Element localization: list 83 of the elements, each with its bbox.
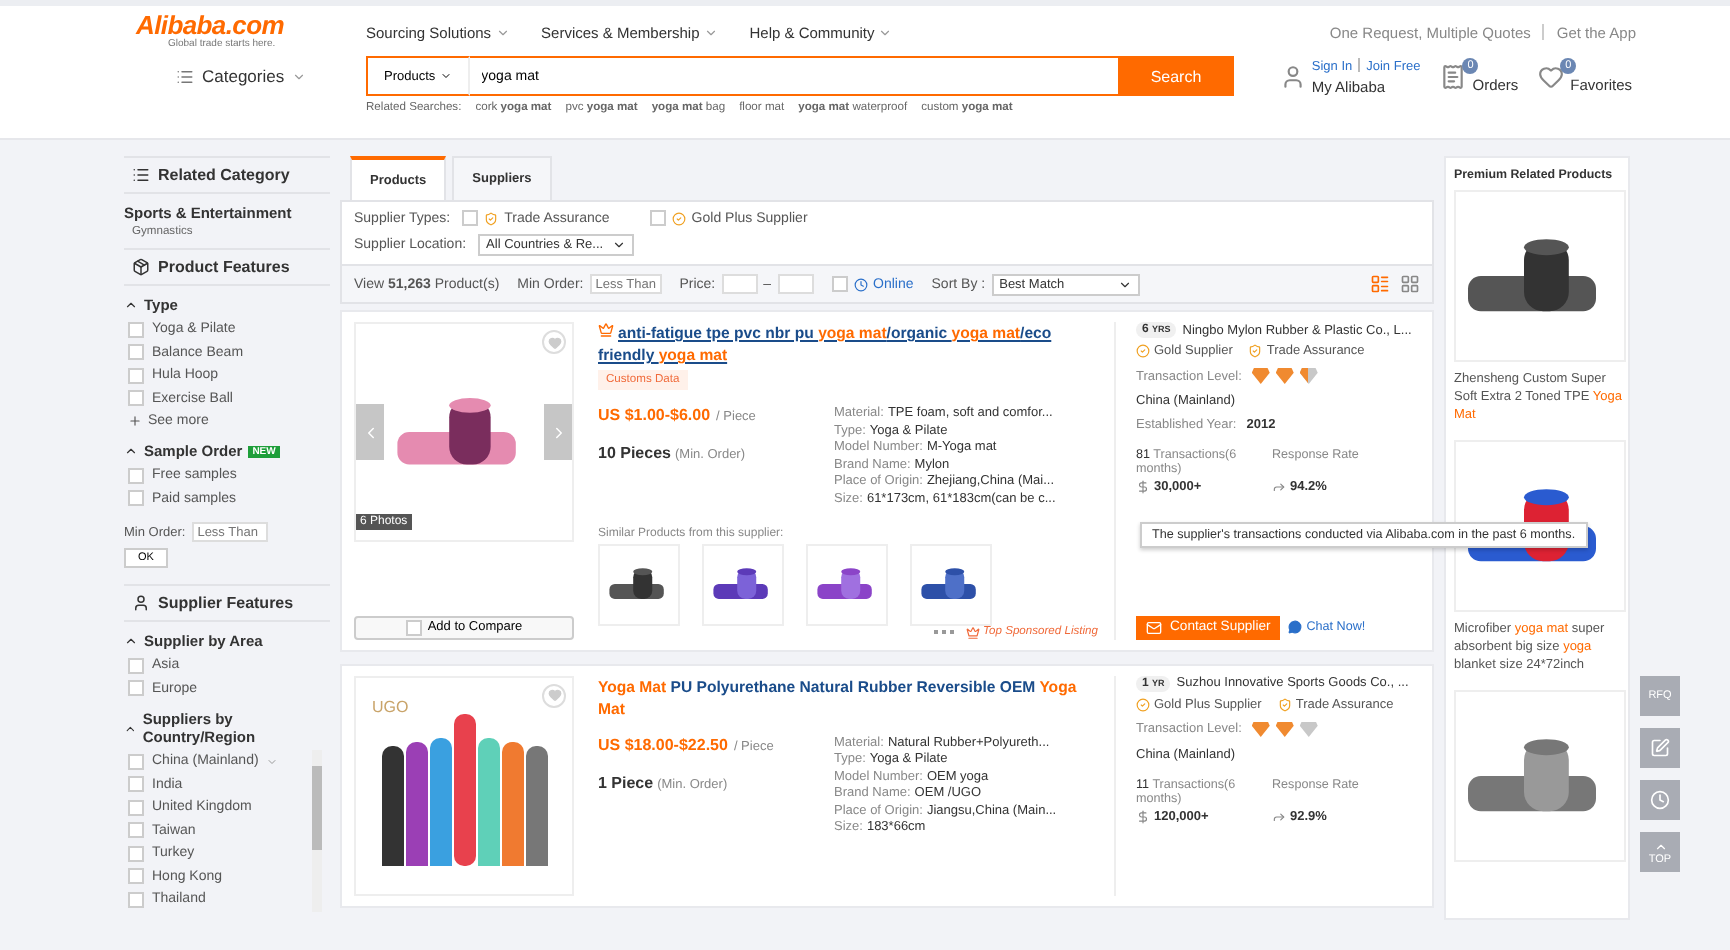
next-photo-button[interactable] [544,404,572,460]
crown-icon [598,322,614,338]
medal-icon [671,211,686,225]
similar-product-thumbnail[interactable] [910,543,992,625]
favorite-button[interactable] [542,330,566,354]
person-icon [132,594,150,612]
edit-icon [1650,738,1670,758]
medal-icon [1136,344,1150,358]
checkbox[interactable] [128,490,144,507]
grid-view-icon [1400,274,1420,294]
checkbox[interactable] [128,657,144,674]
chevron-down-icon [878,25,893,39]
chevron-down-icon [1117,277,1132,291]
favorite-button[interactable] [542,683,566,707]
chevron-up-icon [124,721,137,735]
dollar-icon [1136,480,1150,494]
checkbox[interactable] [649,210,666,226]
mail-icon [1146,619,1162,635]
similar-product-thumbnail[interactable] [806,543,888,625]
chevron-down-icon[interactable] [266,755,279,768]
similar-product-thumbnail[interactable] [598,543,680,625]
grid-view-button[interactable] [1400,274,1420,294]
checkbox[interactable] [128,845,144,862]
shield-icon [484,211,499,225]
clock-icon [853,277,868,291]
clock-button[interactable] [1640,780,1680,820]
medal-icon [1136,697,1150,711]
checkbox[interactable] [128,822,144,839]
max-price-field[interactable] [777,274,814,294]
checkbox[interactable] [831,276,848,292]
checkbox[interactable] [462,210,479,226]
categories-button[interactable]: Categories [136,50,366,102]
checkbox[interactable] [128,390,144,407]
dollar-icon [1136,809,1150,823]
chevron-down-icon [611,238,626,252]
receipt-icon [1440,63,1467,89]
chevron-down-icon [703,25,718,39]
reply-icon [1272,480,1286,494]
heart-icon [1538,63,1565,89]
person-icon [1279,63,1306,89]
chevron-up-icon [124,634,138,648]
min-price-field[interactable] [721,274,758,294]
chevron-up-icon [124,444,138,458]
checkbox[interactable] [128,753,144,770]
previous-photo-button[interactable] [356,404,384,460]
section-title: Supplier Features [158,594,294,612]
brand-logo: UGO [372,697,409,715]
menu-icon [176,67,194,85]
chat-icon [1288,620,1303,634]
chevron-up-icon [124,298,138,312]
shield-icon [1277,697,1292,711]
reply-icon [1272,809,1286,823]
edit-button[interactable] [1640,728,1680,768]
checkbox[interactable] [128,321,144,338]
checkbox[interactable] [128,868,144,885]
list-view-button[interactable] [1370,274,1390,294]
checkbox[interactable] [128,776,144,793]
checkbox[interactable] [128,799,144,816]
plus-icon [128,414,142,428]
checkbox[interactable] [128,680,144,697]
list-icon [132,166,150,184]
clock-icon [1650,790,1670,810]
box-icon [132,258,150,276]
similar-product-thumbnail[interactable] [702,543,784,625]
scrollbar[interactable] [312,750,322,911]
checkbox[interactable] [128,367,144,384]
chevron-up-icon [1653,839,1667,853]
chevron-down-icon [292,69,307,83]
heart-icon [547,688,561,702]
checkbox[interactable] [128,344,144,361]
section-title: Product Features [158,258,290,276]
checkbox[interactable] [128,891,144,908]
product-photo[interactable] [1454,440,1626,612]
chevron-down-icon [495,25,510,39]
checkbox[interactable] [405,619,422,635]
heart-icon [547,335,561,349]
product-photo[interactable] [1454,190,1626,362]
list-view-icon [1370,274,1390,294]
crown-icon [965,625,980,639]
shield-icon [1248,344,1263,358]
chevron-down-icon [439,70,452,82]
section-title: Related Category [158,166,290,184]
checkbox[interactable] [128,467,144,484]
